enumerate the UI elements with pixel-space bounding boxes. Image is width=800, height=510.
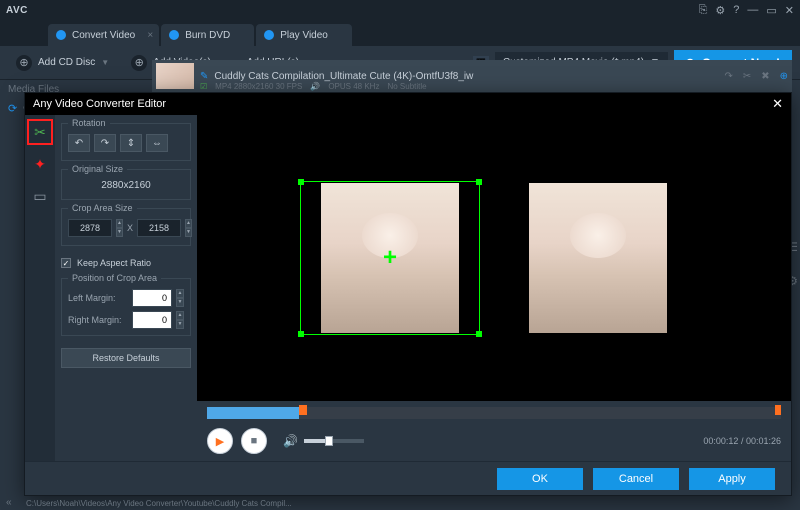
- left-margin-input[interactable]: [132, 289, 172, 307]
- crop-height-input[interactable]: [137, 219, 181, 237]
- height-stepper[interactable]: ▲▼: [185, 219, 192, 237]
- editor-modal: Any Video Converter Editor ✕ ✂ ✦ ▭ Rotat…: [24, 92, 792, 496]
- preview-area: + ▶ ■: [197, 115, 791, 461]
- tab-bar: Convert Video × Burn DVD Play Video: [0, 20, 800, 46]
- tab-label: Convert Video: [72, 30, 135, 41]
- keep-ratio-checkbox[interactable]: ✓ Keep Aspect Ratio: [61, 258, 191, 268]
- prev-icon[interactable]: «: [6, 497, 12, 508]
- volume-slider[interactable]: [304, 439, 364, 443]
- checkbox-icon[interactable]: ☑: [200, 82, 207, 91]
- modal-footer: OK Cancel Apply: [25, 461, 791, 495]
- window-controls: ⎘ ⚙ ? — ▭ ✕: [699, 4, 794, 17]
- modal-title: Any Video Converter Editor: [33, 98, 166, 110]
- right-margin-label: Right Margin:: [68, 315, 128, 325]
- output-video-frame: [529, 183, 667, 333]
- disc-plus-icon: ⊕: [16, 55, 32, 71]
- flip-horizontal-button[interactable]: ⇔: [146, 134, 168, 152]
- effects-tab[interactable]: ✦: [27, 151, 53, 177]
- tab-convert-video[interactable]: Convert Video ×: [48, 24, 159, 46]
- position-group: Position of Crop Area Left Margin: ▲▼ Ri…: [61, 278, 191, 336]
- play-button[interactable]: ▶: [207, 428, 233, 454]
- original-size-group: Original Size 2880x2160: [61, 169, 191, 200]
- audio-icon: 🔊: [310, 82, 320, 91]
- output-preview-frame: [508, 181, 688, 335]
- editor-sidebar: ✂ ✦ ▭: [25, 115, 55, 461]
- group-label: Original Size: [68, 164, 127, 174]
- crop-handle-tr[interactable]: [476, 179, 482, 185]
- crop-controls-panel: Rotation ↶ ↷ ⇕ ⇔ Original Size 2880x2160…: [55, 115, 197, 461]
- add-cd-button[interactable]: ⊕ Add CD Disc ▼: [8, 51, 117, 75]
- restore-defaults-button[interactable]: Restore Defaults: [61, 348, 191, 368]
- modal-close-icon[interactable]: ✕: [772, 96, 783, 112]
- chevron-down-icon: ▼: [101, 58, 109, 67]
- crop-handle-tl[interactable]: [298, 179, 304, 185]
- breadcrumb: C:\Users\Noah\Videos\Any Video Converter…: [26, 499, 292, 508]
- cancel-button[interactable]: Cancel: [593, 468, 679, 490]
- left-margin-label: Left Margin:: [68, 293, 128, 303]
- refresh-icon: [56, 30, 66, 40]
- expand-icon[interactable]: ⎘: [699, 4, 708, 17]
- seek-fill: [207, 407, 299, 419]
- volume-icon[interactable]: 🔊: [283, 434, 298, 448]
- app-logo: AVC: [6, 5, 28, 16]
- tab-label: Burn DVD: [185, 30, 230, 41]
- tab-close-icon[interactable]: ×: [147, 30, 153, 41]
- seek-handle[interactable]: [299, 405, 307, 415]
- rotation-group: Rotation ↶ ↷ ⇕ ⇔: [61, 123, 191, 161]
- crop-preview-frame[interactable]: +: [300, 181, 480, 335]
- play-icon: [264, 30, 274, 40]
- watermark-tab[interactable]: ▭: [27, 183, 53, 209]
- crop-center-icon[interactable]: +: [383, 244, 397, 272]
- modal-titlebar: Any Video Converter Editor ✕: [25, 93, 791, 115]
- apply-button[interactable]: Apply: [689, 468, 775, 490]
- crop-size-group: Crop Area Size ▲▼ X ▲▼: [61, 208, 191, 246]
- left-margin-stepper[interactable]: ▲▼: [176, 289, 184, 307]
- tab-label: Play Video: [280, 30, 328, 41]
- video-plus-icon: ⊕: [131, 55, 147, 71]
- group-label: Position of Crop Area: [68, 273, 161, 283]
- volume-handle[interactable]: [325, 436, 333, 446]
- crop-tab[interactable]: ✂: [27, 119, 53, 145]
- volume-control: 🔊: [283, 434, 364, 448]
- group-label: Crop Area Size: [68, 203, 137, 213]
- stop-button[interactable]: ■: [241, 428, 267, 454]
- preview-canvas: +: [197, 115, 791, 401]
- check-icon: ✓: [61, 258, 71, 268]
- rotate-right-button[interactable]: ↷: [94, 134, 116, 152]
- crop-handle-bl[interactable]: [298, 331, 304, 337]
- tab-play-video[interactable]: Play Video: [256, 24, 352, 46]
- seek-end-marker[interactable]: [775, 405, 781, 415]
- group-label: Rotation: [68, 118, 110, 128]
- maximize-icon[interactable]: ▭: [766, 4, 776, 17]
- flip-vertical-button[interactable]: ⇕: [120, 134, 142, 152]
- player-bar: ▶ ■ 🔊 00:00:12 / 00:01:26: [197, 401, 791, 461]
- ok-button[interactable]: OK: [497, 468, 583, 490]
- width-stepper[interactable]: ▲▼: [116, 219, 123, 237]
- minimize-icon[interactable]: —: [747, 4, 758, 17]
- original-size-value: 2880x2160: [68, 180, 184, 191]
- crop-width-input[interactable]: [68, 219, 112, 237]
- crop-handle-br[interactable]: [476, 331, 482, 337]
- refresh-icon: ⟳: [8, 102, 17, 115]
- close-icon[interactable]: ✕: [785, 4, 794, 17]
- help-icon[interactable]: ?: [733, 4, 739, 17]
- disc-icon: [169, 30, 179, 40]
- right-margin-stepper[interactable]: ▲▼: [176, 311, 184, 329]
- rotate-left-button[interactable]: ↶: [68, 134, 90, 152]
- tab-burn-dvd[interactable]: Burn DVD: [161, 24, 254, 46]
- gear-icon[interactable]: ⚙: [715, 4, 725, 17]
- right-margin-input[interactable]: [132, 311, 172, 329]
- seek-bar[interactable]: [207, 407, 781, 419]
- timecode: 00:00:12 / 00:01:26: [703, 436, 781, 446]
- titlebar: AVC ⎘ ⚙ ? — ▭ ✕: [0, 0, 800, 20]
